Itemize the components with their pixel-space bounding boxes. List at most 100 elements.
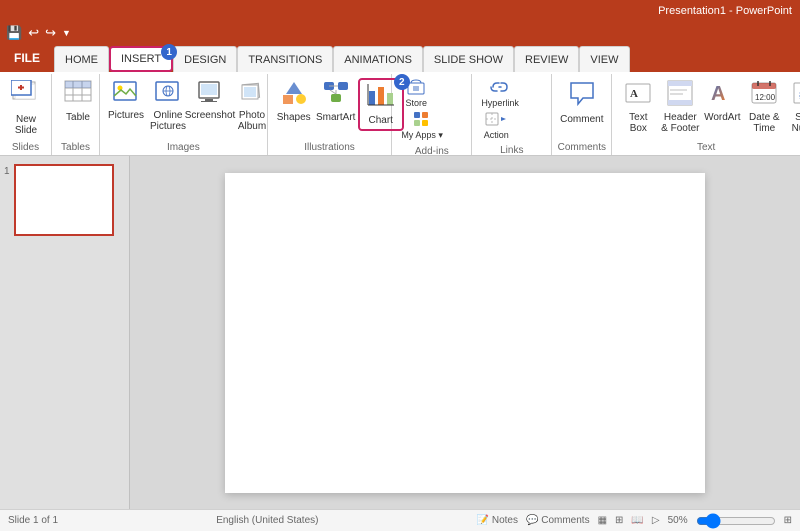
svg-text:A: A xyxy=(630,88,638,100)
images-group-content: Pictures OnlinePictures xyxy=(104,76,263,140)
header-footer-icon xyxy=(667,80,693,111)
comments-button[interactable]: 💬 Comments xyxy=(526,515,590,526)
shapes-button[interactable]: Shapes xyxy=(274,78,314,125)
action-label: Action xyxy=(484,130,509,140)
tables-group-content: Table xyxy=(56,76,95,140)
online-pictures-button[interactable]: OnlinePictures xyxy=(148,78,188,134)
table-button[interactable]: Table xyxy=(58,78,98,125)
smartart-button[interactable]: SmartArt xyxy=(316,78,356,125)
chart-button[interactable]: Chart xyxy=(361,81,401,128)
smartart-icon xyxy=(322,80,350,111)
links-group-content: Hyperlink Action xyxy=(476,76,547,143)
photo-album-label: PhotoAlbum xyxy=(238,110,266,132)
table-label: Table xyxy=(66,112,90,123)
slide-number: 1 xyxy=(4,166,10,177)
header-footer-button[interactable]: Header& Footer xyxy=(660,78,700,136)
slidenumber-button[interactable]: # SlideNum... xyxy=(786,78,800,136)
status-bar: Slide 1 of 1 English (United States) 📝 N… xyxy=(0,509,800,531)
myapps-icon xyxy=(413,111,431,130)
chart-highlight-box: Chart 2 xyxy=(358,78,404,131)
title-text: Presentation1 - PowerPoint xyxy=(658,5,792,17)
fit-button[interactable]: ⊞ xyxy=(784,515,792,526)
textbox-label: TextBox xyxy=(629,112,647,134)
table-icon xyxy=(64,80,92,111)
slidenumber-icon: # xyxy=(793,80,800,111)
tab-file[interactable]: FILE xyxy=(0,44,54,72)
ribbon: NewSlide Slides Table xyxy=(0,72,800,156)
save-icon[interactable]: 💾 xyxy=(4,25,24,41)
addins-label: Add-ins xyxy=(396,144,467,159)
screenshot-label: Screenshot xyxy=(185,110,236,121)
comment-icon xyxy=(568,80,596,113)
undo-icon[interactable]: ↩ xyxy=(26,25,41,41)
view-reading[interactable]: 📖 xyxy=(631,515,643,526)
redo-icon[interactable]: ↪ xyxy=(43,25,58,41)
action-button[interactable]: Action xyxy=(478,110,514,141)
text-group-content: A TextBox Header& Footer xyxy=(616,76,796,140)
action-icon xyxy=(484,111,508,130)
pictures-button[interactable]: Pictures xyxy=(106,78,146,123)
tab-slideshow[interactable]: SLIDE SHOW xyxy=(423,46,514,72)
new-slide-icon xyxy=(11,80,41,113)
view-slideshow[interactable]: ▷ xyxy=(652,515,660,526)
view-slide-sorter[interactable]: ⊞ xyxy=(615,515,623,526)
slide-thumbnail[interactable] xyxy=(14,164,114,236)
smartart-label: SmartArt xyxy=(316,112,355,123)
view-normal[interactable]: ▦ xyxy=(598,515,607,526)
comments-label: Comments xyxy=(556,140,607,155)
links-group: Hyperlink Action Links xyxy=(472,74,552,155)
hyperlink-label: Hyperlink xyxy=(481,98,519,108)
photo-album-icon xyxy=(239,80,265,109)
tab-home[interactable]: HOME xyxy=(54,46,109,72)
textbox-icon: A xyxy=(625,80,651,111)
myapps-label: My Apps ▾ xyxy=(401,130,443,141)
photo-album-button[interactable]: PhotoAlbum xyxy=(232,78,272,134)
tab-review[interactable]: REVIEW xyxy=(514,46,579,72)
notes-button[interactable]: 📝 Notes xyxy=(477,515,518,526)
tables-group: Table Tables xyxy=(52,74,100,155)
slide-canvas[interactable] xyxy=(225,173,705,493)
new-slide-label: NewSlide xyxy=(15,114,37,136)
hyperlink-button[interactable]: Hyperlink xyxy=(478,78,522,109)
slide-thumb-container: 1 xyxy=(4,164,125,236)
zoom-level: 50% xyxy=(668,515,688,526)
tab-transitions[interactable]: TRANSITIONS xyxy=(237,46,333,72)
chart-icon xyxy=(367,83,395,114)
chart-badge: 2 xyxy=(394,74,410,90)
tab-design[interactable]: DESIGN xyxy=(173,46,237,72)
screenshot-button[interactable]: Screenshot xyxy=(190,78,230,123)
status-right: 📝 Notes 💬 Comments ▦ ⊞ 📖 ▷ 50% ⊞ xyxy=(477,513,792,529)
main-area: 1 xyxy=(0,156,800,509)
tables-label: Tables xyxy=(56,140,95,155)
links-label: Links xyxy=(476,143,547,158)
illustrations-group: Shapes SmartArt xyxy=(268,74,393,155)
wordart-icon: A xyxy=(709,80,735,111)
dropdown-icon[interactable]: ▼ xyxy=(60,28,73,38)
title-bar: Presentation1 - PowerPoint xyxy=(0,0,800,22)
textbox-button[interactable]: A TextBox xyxy=(618,78,658,136)
header-footer-label: Header& Footer xyxy=(661,112,699,134)
images-group: Pictures OnlinePictures xyxy=(100,74,268,155)
datetime-button[interactable]: 12:00 Date &Time xyxy=(744,78,784,136)
shapes-icon xyxy=(280,80,308,111)
comments-group: Comment Comments xyxy=(552,74,612,155)
tab-animations[interactable]: ANIMATIONS xyxy=(333,46,423,72)
hyperlink-icon xyxy=(488,79,512,98)
svg-text:12:00: 12:00 xyxy=(755,93,776,102)
tab-insert[interactable]: INSERT 1 xyxy=(109,46,173,72)
myapps-button[interactable]: My Apps ▾ xyxy=(398,110,446,142)
comment-button[interactable]: Comment xyxy=(558,78,605,127)
svg-text:A: A xyxy=(711,83,725,105)
store-icon xyxy=(407,79,425,98)
zoom-slider[interactable] xyxy=(696,513,776,529)
comments-group-content: Comment xyxy=(556,76,607,140)
new-slide-button[interactable]: NewSlide xyxy=(6,78,46,138)
status-center: English (United States) xyxy=(216,515,318,526)
quick-access-toolbar: 💾 ↩ ↪ ▼ xyxy=(0,22,800,44)
pictures-label: Pictures xyxy=(108,110,144,121)
online-pictures-label: OnlinePictures xyxy=(150,110,186,132)
wordart-button[interactable]: A WordArt xyxy=(702,78,742,125)
tab-bar: FILE HOME INSERT 1 DESIGN TRANSITIONS AN… xyxy=(0,44,800,72)
pictures-icon xyxy=(113,80,139,109)
tab-view[interactable]: VIEW xyxy=(579,46,629,72)
